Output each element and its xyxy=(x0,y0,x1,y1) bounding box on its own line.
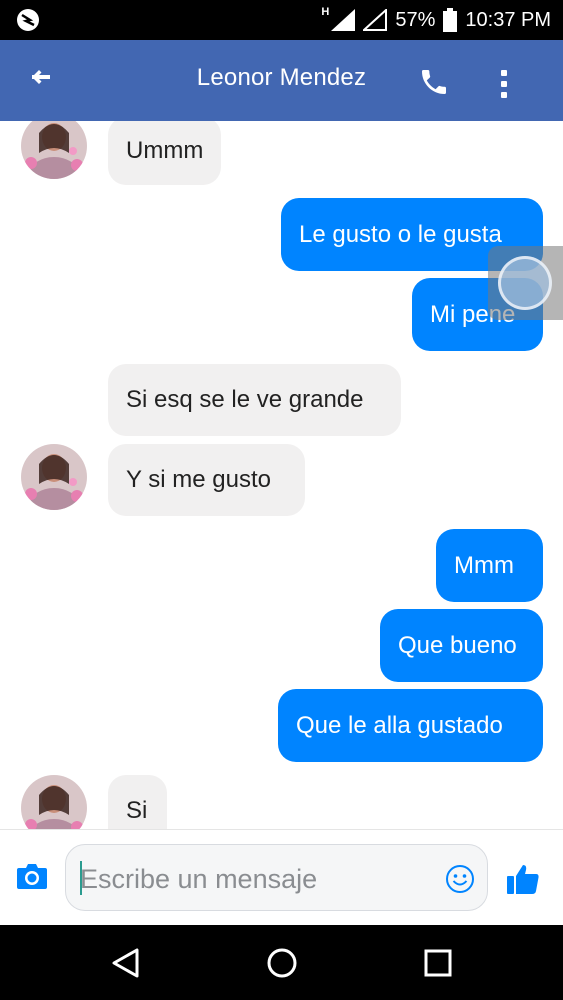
emoji-icon[interactable] xyxy=(445,864,475,894)
camera-icon[interactable] xyxy=(16,862,48,890)
nav-recents-icon[interactable] xyxy=(424,949,452,977)
contact-avatar[interactable] xyxy=(21,444,87,510)
contact-name[interactable]: Leonor Mendez xyxy=(0,64,563,92)
message-input-placeholder: Escribe un mensaje xyxy=(80,864,318,894)
clock: 10:37 PM xyxy=(465,8,551,31)
incoming-message[interactable]: Ummm xyxy=(108,121,222,185)
nav-back-icon[interactable] xyxy=(110,947,140,979)
thumbs-up-icon[interactable] xyxy=(506,863,540,895)
status-bar: H 57% 10:37 PM xyxy=(0,0,563,40)
android-nav-bar xyxy=(0,925,563,1000)
chat-head-bubble[interactable] xyxy=(498,256,552,310)
contact-avatar[interactable] xyxy=(21,775,87,829)
message-composer: Escribe un mensaje xyxy=(0,829,563,925)
message-input[interactable]: Escribe un mensaje xyxy=(65,844,488,911)
battery-percent: 57% xyxy=(395,8,436,31)
signal-empty-icon xyxy=(363,9,388,31)
contact-avatar[interactable] xyxy=(21,121,87,179)
app-notification-icon xyxy=(17,9,39,31)
conversation-header: Leonor Mendez xyxy=(0,40,563,121)
incoming-message[interactable]: Si esq se le ve grande xyxy=(108,364,401,436)
incoming-message[interactable]: Y si me gusto xyxy=(108,444,305,516)
floating-chat-head[interactable] xyxy=(488,246,563,320)
more-vertical-icon[interactable] xyxy=(492,68,516,100)
battery-icon xyxy=(443,8,458,32)
message-list[interactable]: Ummm Le gusto o le gusta Mi pene Si esq … xyxy=(0,121,563,829)
nav-home-icon[interactable] xyxy=(266,947,298,979)
outgoing-message[interactable]: Que bueno xyxy=(380,609,543,682)
phone-icon[interactable] xyxy=(418,66,450,98)
outgoing-message[interactable]: Que le alla gustado xyxy=(278,689,543,762)
incoming-message[interactable]: Si xyxy=(108,775,167,829)
signal-icon xyxy=(331,9,356,31)
outgoing-message[interactable]: Mmm xyxy=(436,529,543,602)
network-type-label: H xyxy=(321,6,330,18)
